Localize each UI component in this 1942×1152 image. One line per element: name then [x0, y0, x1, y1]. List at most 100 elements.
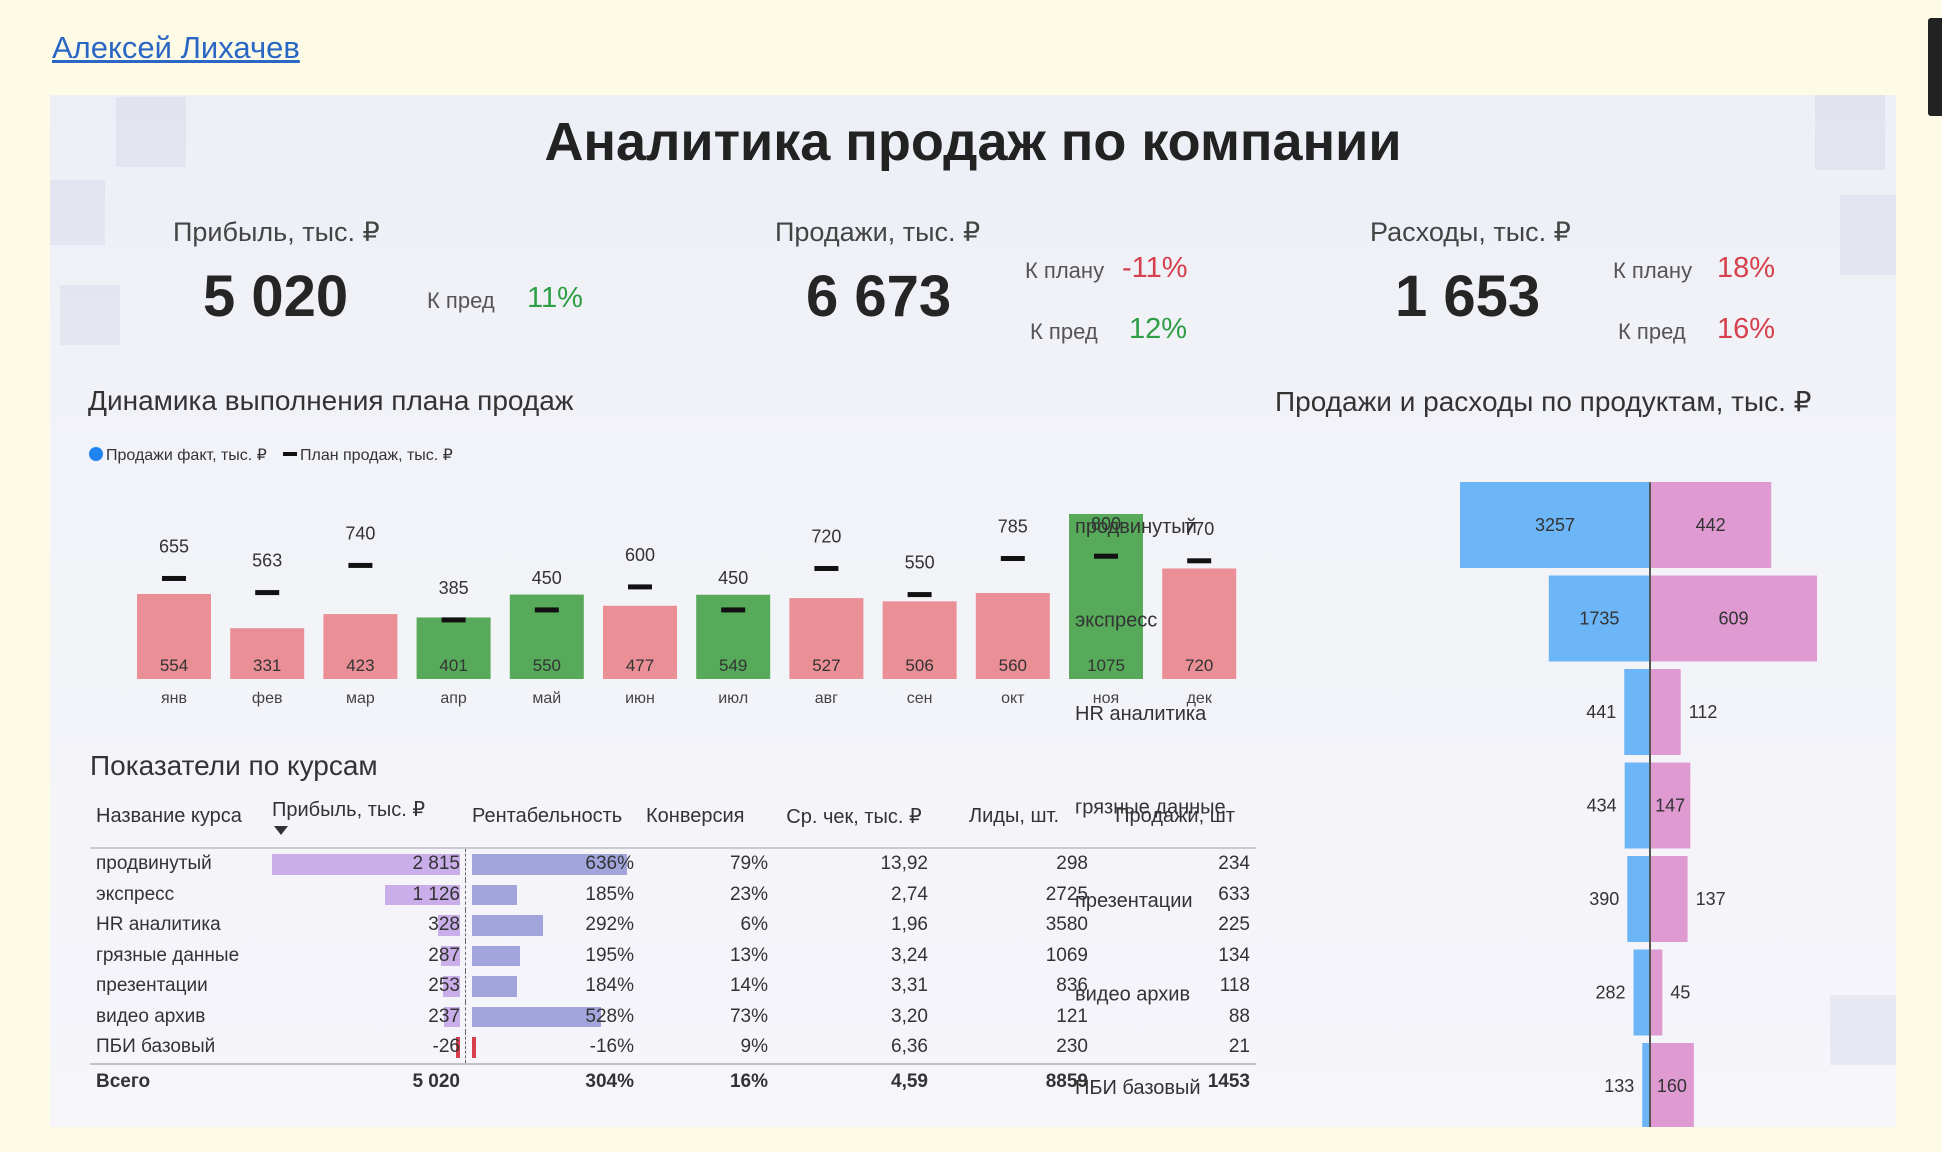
plan-marker-июл[interactable] — [721, 607, 746, 613]
sales-bar-3[interactable] — [1624, 762, 1650, 849]
plan-marker-апр[interactable] — [441, 617, 466, 623]
cell-check: 2,74 — [774, 880, 934, 911]
plan-value-label: 655 — [159, 536, 189, 556]
sales-value-label: 1735 — [1579, 609, 1619, 629]
expense-bar-5[interactable] — [1650, 949, 1663, 1036]
cell-conv: 16% — [640, 1064, 774, 1099]
cell-conv: 79% — [640, 848, 774, 880]
legend-fact-label[interactable]: Продажи факт, тыс. ₽ — [106, 447, 267, 464]
sales-bar-6[interactable] — [1642, 1043, 1650, 1127]
cell-conv-value: 73% — [729, 1005, 768, 1027]
cell-sales: 134 — [1094, 941, 1256, 972]
month-tick-label: авг — [815, 690, 838, 707]
cell-profit-value: 1 126 — [412, 883, 460, 905]
cell-rent-value: 184% — [585, 975, 634, 997]
cell-leads: 836 — [934, 971, 1094, 1002]
col-header-leads[interactable]: Лиды, шт. — [934, 785, 1094, 848]
cell-name: презентации — [90, 971, 266, 1002]
cell-conv: 9% — [640, 1032, 774, 1064]
table-row[interactable]: экспресс 1 126 185% 23% 2,74 2725 633 — [90, 879, 1256, 911]
cell-profit-value: 2 815 — [412, 853, 460, 875]
fact-value-label: 549 — [719, 656, 747, 675]
table-row[interactable]: продвинутый 2 815 636% 79% 13,92 298 234 — [90, 848, 1256, 880]
cell-sales-value: 134 — [1218, 944, 1250, 966]
cell-rent-value: 528% — [585, 1005, 634, 1027]
rent-bar — [472, 976, 517, 997]
table-row[interactable]: презентации 253 184% 14% 3,31 836 118 — [90, 971, 1256, 1002]
cell-profit: -26 — [266, 1032, 466, 1064]
cell-leads: 3580 — [934, 910, 1094, 941]
product-category-label: продвинутый — [1075, 516, 1197, 538]
cell-name-value: грязные данные — [96, 944, 240, 966]
plan-marker-янв[interactable] — [162, 575, 186, 581]
month-tick-label: сен — [907, 690, 933, 707]
kpi-sales-value: 6 673 — [806, 264, 952, 329]
plan-marker-окт[interactable] — [1000, 556, 1025, 562]
cell-conv: 23% — [640, 880, 774, 911]
table-row[interactable]: ПБИ базовый -26 -16% 9% 6,36 230 21 — [90, 1032, 1256, 1064]
col-header-rent[interactable]: Рентабельность — [466, 785, 640, 848]
table-row[interactable]: HR аналитика 328 292% 6% 1,96 3580 225 — [90, 910, 1256, 941]
table-row[interactable]: грязные данные 287 195% 13% 3,24 1069 134 — [90, 940, 1256, 972]
table-total-row[interactable]: Всего 5 020 304% 16% 4,59 8859 1453 — [90, 1063, 1256, 1099]
expense-value-label: 609 — [1718, 609, 1748, 629]
rent-bar — [472, 884, 518, 905]
cell-name-value: ПБИ базовый — [96, 1036, 216, 1058]
cell-conv: 13% — [640, 941, 774, 972]
rent-bar — [472, 945, 520, 966]
rent-bar — [472, 1006, 601, 1027]
product-category-label: экспресс — [1075, 610, 1157, 632]
courses-title: Показатели по курсам — [90, 750, 378, 781]
cell-sales-value: 1453 — [1207, 1070, 1250, 1092]
table-header-row: Название курса Прибыль, тыс. ₽ Рентабель… — [90, 785, 1256, 848]
kpi-sales-label: Продажи, тыс. ₽ — [775, 217, 981, 247]
plan-marker-сен[interactable] — [907, 592, 932, 598]
cell-sales: 118 — [1094, 971, 1256, 1002]
plan-value-label: 740 — [345, 523, 375, 543]
cell-conv-value: 79% — [729, 853, 768, 875]
cell-sales-value: 88 — [1228, 1005, 1250, 1027]
cell-conv: 6% — [640, 910, 774, 941]
sales-bar-2[interactable] — [1624, 669, 1650, 755]
cell-sales: 234 — [1094, 848, 1256, 880]
col-header-conv[interactable]: Конверсия — [640, 785, 774, 848]
cell-rent: -16% — [466, 1032, 640, 1064]
table-row[interactable]: видео архив 237 528% 73% 3,20 121 88 — [90, 1001, 1256, 1033]
plan-marker-фев[interactable] — [255, 590, 280, 596]
col-header-name[interactable]: Название курса — [90, 785, 266, 848]
sales-bar-5[interactable] — [1633, 949, 1650, 1036]
author-link[interactable]: Алексей Лихачев — [52, 30, 300, 66]
cell-rent: 636% — [466, 848, 640, 880]
expense-bar-2[interactable] — [1650, 669, 1681, 755]
cell-check-value: 4,59 — [891, 1070, 928, 1092]
cell-conv: 14% — [640, 971, 774, 1002]
expense-bar-4[interactable] — [1650, 856, 1688, 942]
sales-value-label: 133 — [1604, 1076, 1634, 1096]
plan-value-label: 450 — [532, 568, 562, 588]
cell-profit: 2 815 — [266, 848, 466, 880]
plan-marker-мар[interactable] — [348, 562, 373, 568]
month-tick-label: июн — [625, 690, 655, 707]
legend-plan-label[interactable]: План продаж, тыс. ₽ — [300, 447, 453, 464]
cell-profit: 287 — [266, 940, 466, 971]
courses-table: Название курса Прибыль, тыс. ₽ Рентабель… — [90, 785, 1256, 1099]
sales-bar-4[interactable] — [1627, 856, 1650, 942]
cell-name: ПБИ базовый — [90, 1032, 266, 1064]
cell-profit: 237 — [266, 1001, 466, 1032]
cell-profit: 1 126 — [266, 879, 466, 910]
cell-profit: 5 020 — [266, 1064, 466, 1099]
cell-name: видео архив — [90, 1002, 266, 1033]
plan-marker-май[interactable] — [534, 607, 559, 613]
col-header-sales[interactable]: Продажи, шт — [1094, 785, 1256, 848]
cell-sales-value: 633 — [1218, 883, 1250, 905]
cell-profit-value: 287 — [428, 944, 460, 966]
col-header-profit[interactable]: Прибыль, тыс. ₽ — [266, 785, 466, 848]
fact-value-label: 423 — [346, 656, 374, 675]
cell-rent: 292% — [466, 910, 640, 941]
col-header-check[interactable]: Ср. чек, тыс. ₽ — [774, 785, 934, 848]
plan-marker-июн[interactable] — [628, 584, 652, 590]
plan-marker-авг[interactable] — [814, 565, 839, 571]
fact-value-label: 401 — [439, 656, 467, 675]
month-tick-label: июл — [718, 690, 748, 707]
plan-value-label: 563 — [252, 551, 282, 571]
